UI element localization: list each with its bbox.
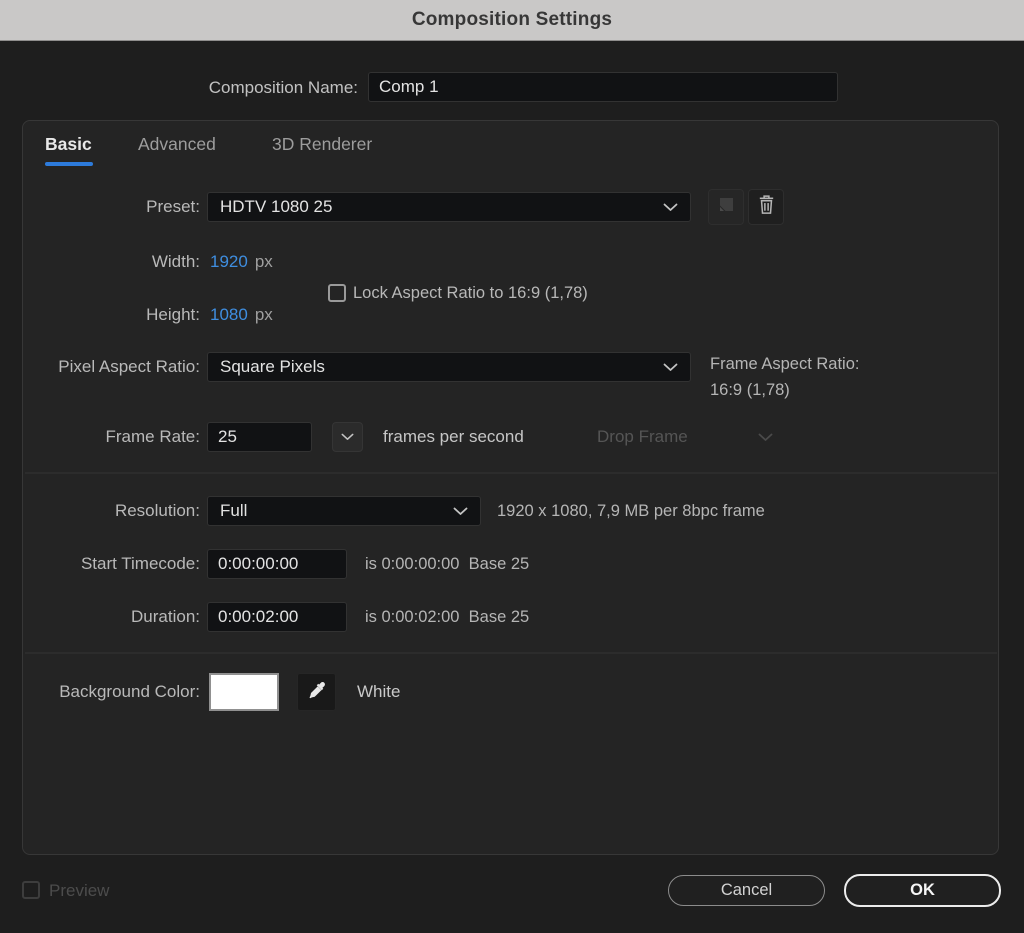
height-unit: px (255, 305, 273, 324)
pixel-aspect-ratio-value: Square Pixels (220, 357, 663, 377)
settings-panel (22, 120, 999, 855)
lock-aspect-ratio-label: Lock Aspect Ratio to 16:9 (1,78) (353, 284, 588, 303)
resolution-label: Resolution: (0, 496, 200, 526)
duration-label: Duration: (0, 602, 200, 632)
preview-checkbox (22, 881, 40, 899)
duration-info: is 0:00:02:00 Base 25 (365, 602, 529, 632)
chevron-down-icon (453, 507, 468, 516)
frame-rate-label: Frame Rate: (0, 422, 200, 452)
resolution-info: 1920 x 1080, 7,9 MB per 8bpc frame (497, 496, 765, 526)
chevron-down-icon (341, 433, 354, 441)
width-unit: px (255, 252, 273, 271)
frame-rate-dropdown-button[interactable] (332, 422, 363, 452)
lock-aspect-ratio-checkbox[interactable] (328, 284, 346, 302)
preset-value: HDTV 1080 25 (220, 197, 663, 217)
composition-name-input[interactable] (368, 72, 838, 102)
active-tab-underline (45, 162, 93, 166)
height-value-row: 1080 px (210, 301, 273, 330)
trash-icon (756, 193, 777, 221)
eyedropper-button[interactable] (297, 673, 336, 711)
composition-settings-dialog: Composition Settings Composition Name: B… (0, 0, 1024, 933)
height-value[interactable]: 1080 (210, 305, 248, 324)
tab-basic[interactable]: Basic (45, 134, 92, 155)
chevron-down-icon (663, 363, 678, 372)
background-color-label: Background Color: (0, 673, 200, 711)
chevron-down-icon (663, 203, 678, 212)
resolution-dropdown[interactable]: Full (207, 496, 481, 526)
height-label: Height: (0, 301, 200, 329)
titlebar: Composition Settings (0, 0, 1024, 41)
resolution-value: Full (220, 501, 453, 521)
separator (25, 652, 997, 654)
pixel-aspect-ratio-label: Pixel Aspect Ratio: (0, 352, 200, 382)
cancel-button[interactable]: Cancel (668, 875, 825, 906)
ok-button[interactable]: OK (844, 874, 1001, 907)
frames-per-second-label: frames per second (383, 422, 524, 452)
width-label: Width: (0, 248, 200, 276)
width-value-row: 1920 px (210, 248, 273, 277)
preview-label: Preview (49, 881, 109, 900)
frame-aspect-ratio-value: 16:9 (1,78) (710, 381, 790, 400)
drop-frame-dropdown-disabled: Drop Frame (585, 422, 785, 452)
width-value[interactable]: 1920 (210, 252, 248, 271)
frame-aspect-ratio-label: Frame Aspect Ratio: (710, 355, 859, 374)
composition-name-label: Composition Name: (0, 73, 358, 103)
save-preset-button[interactable] (708, 189, 744, 225)
delete-preset-button[interactable] (748, 189, 784, 225)
background-color-swatch[interactable] (209, 673, 279, 711)
chevron-down-icon (758, 433, 773, 442)
separator (25, 472, 997, 474)
background-color-name: White (357, 673, 400, 711)
preset-label: Preset: (0, 192, 200, 222)
tab-advanced[interactable]: Advanced (138, 134, 216, 155)
eyedropper-icon (307, 680, 327, 705)
drop-frame-value: Drop Frame (597, 427, 758, 447)
frame-rate-input[interactable] (207, 422, 312, 452)
start-timecode-info: is 0:00:00:00 Base 25 (365, 549, 529, 579)
start-timecode-input[interactable] (207, 549, 347, 579)
duration-input[interactable] (207, 602, 347, 632)
tab-3d-renderer[interactable]: 3D Renderer (272, 134, 372, 155)
pixel-aspect-ratio-dropdown[interactable]: Square Pixels (207, 352, 691, 382)
start-timecode-label: Start Timecode: (0, 549, 200, 579)
dialog-title: Composition Settings (412, 9, 612, 31)
preset-dropdown[interactable]: HDTV 1080 25 (207, 192, 691, 222)
save-preset-icon (716, 195, 736, 220)
